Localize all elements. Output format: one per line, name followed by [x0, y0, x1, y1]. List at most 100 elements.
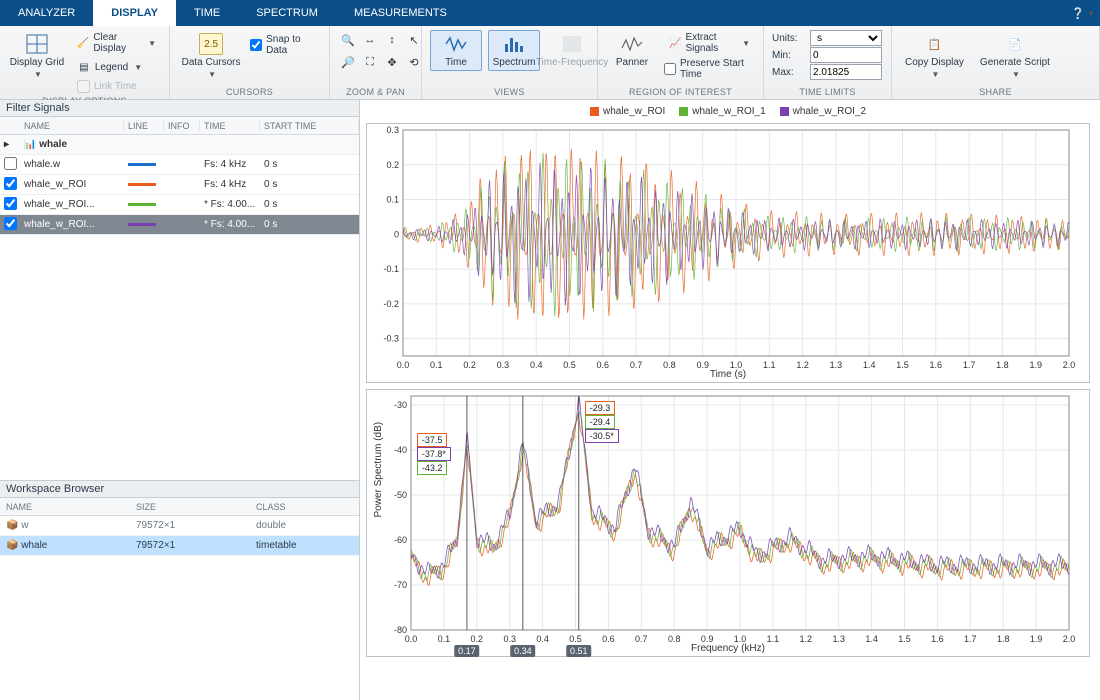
- ribbon: Display Grid ▼ 🧹Clear Display▼ ▤Legend▼ …: [0, 26, 1100, 100]
- help-button[interactable]: ❔▼: [1066, 0, 1100, 26]
- legend-icon: ▤: [77, 60, 91, 74]
- signal-checkbox[interactable]: [4, 177, 17, 190]
- min-input[interactable]: [810, 47, 882, 63]
- signal-swatch: [124, 183, 164, 186]
- col-name: NAME: [20, 121, 124, 131]
- spectrum-view-button[interactable]: Spectrum: [488, 30, 540, 71]
- signal-checkbox[interactable]: [4, 157, 17, 170]
- display-grid-button[interactable]: Display Grid ▼: [8, 30, 66, 82]
- copy-display-button[interactable]: 📋 Copy Display▼: [900, 30, 969, 82]
- signal-table: NAME LINE INFO TIME START TIME ▸📊 whale …: [0, 117, 359, 235]
- tab-display[interactable]: DISPLAY: [93, 0, 176, 26]
- signal-row[interactable]: whale_w_ROI... * Fs: 4.00... 0 s: [0, 195, 359, 215]
- cursor-freq-tag: 0.51: [566, 645, 592, 657]
- signal-swatch: [124, 223, 164, 226]
- signal-swatch: [124, 163, 164, 166]
- workspace-row[interactable]: 📦 w79572×1double: [0, 516, 359, 536]
- tab-spectrum[interactable]: SPECTRUM: [238, 0, 336, 26]
- svg-text:1.9: 1.9: [1030, 634, 1043, 644]
- legend-item: whale_w_ROI_1: [679, 106, 765, 117]
- signal-checkbox[interactable]: [4, 197, 17, 210]
- data-cursors-button[interactable]: 2.5 Data Cursors ▼: [178, 30, 244, 82]
- extract-signals-button[interactable]: 📈Extract Signals▼: [664, 30, 755, 56]
- signal-row[interactable]: whale_w_ROI... * Fs: 4.00... 0 s: [0, 215, 359, 235]
- svg-text:0.7: 0.7: [635, 634, 648, 644]
- display-grid-label: Display Grid: [10, 57, 64, 68]
- svg-text:1.2: 1.2: [800, 634, 813, 644]
- signal-row[interactable]: whale_w_ROI Fs: 4 kHz 0 s: [0, 175, 359, 195]
- clear-display-button[interactable]: 🧹Clear Display▼: [72, 30, 161, 56]
- plot-area: whale_w_ROIwhale_w_ROI_1whale_w_ROI_2 0.…: [360, 100, 1100, 700]
- pointer-icon: ↖: [409, 34, 418, 47]
- link-time-label: Link Time: [94, 81, 137, 92]
- signal-start: 0 s: [260, 159, 359, 170]
- tab-time[interactable]: TIME: [176, 0, 238, 26]
- group-share: SHARE: [900, 86, 1091, 97]
- legend-item: whale_w_ROI_2: [780, 106, 866, 117]
- tab-analyzer[interactable]: ANALYZER: [0, 0, 93, 26]
- zoom-y-button[interactable]: ↕: [382, 30, 402, 50]
- legend-button[interactable]: ▤Legend▼: [72, 58, 161, 76]
- time-chart[interactable]: 0.00.10.20.30.40.50.60.70.80.91.01.11.21…: [366, 123, 1090, 383]
- reset-button[interactable]: ⟲: [404, 52, 424, 72]
- legend-swatch: [590, 107, 599, 116]
- zoom-out-icon: 🔎: [341, 56, 355, 69]
- signal-row[interactable]: whale.w Fs: 4 kHz 0 s: [0, 155, 359, 175]
- svg-text:1.7: 1.7: [964, 634, 977, 644]
- timefreq-view-button[interactable]: Time-Frequency: [546, 30, 598, 71]
- svg-text:0.3: 0.3: [503, 634, 516, 644]
- signal-group-row[interactable]: ▸📊 whale: [0, 135, 359, 155]
- panner-icon: [620, 33, 644, 55]
- pan-button[interactable]: ✥: [382, 52, 402, 72]
- spectrum-chart[interactable]: 0.00.10.20.30.40.50.60.70.80.91.01.11.21…: [366, 389, 1090, 657]
- time-view-button[interactable]: Time: [430, 30, 482, 71]
- script-icon: 📄: [1003, 33, 1027, 55]
- signal-checkbox[interactable]: [4, 217, 17, 230]
- col-line: LINE: [124, 121, 164, 131]
- help-icon: ❔: [1071, 7, 1085, 20]
- signal-name: whale.w: [20, 159, 124, 170]
- svg-text:1.3: 1.3: [830, 360, 843, 370]
- time-view-label: Time: [445, 57, 467, 68]
- max-label: Max:: [772, 67, 806, 78]
- signal-name: whale_w_ROI...: [20, 199, 124, 210]
- signal-time: * Fs: 4.00...: [200, 219, 260, 230]
- ws-col-name: NAME: [0, 502, 130, 512]
- preserve-start-checkbox[interactable]: Preserve Start Time: [664, 58, 755, 80]
- workspace-row[interactable]: 📦 whale79572×1timetable: [0, 536, 359, 556]
- svg-text:1.8: 1.8: [997, 634, 1010, 644]
- zoom-pan-tools: 🔍 ↔ ↕ ↖ 🔎 ⛶ ✥ ⟲: [338, 30, 424, 72]
- fit-button[interactable]: ⛶: [360, 52, 380, 72]
- snap-to-data-checkbox[interactable]: Snap to Data: [250, 34, 321, 56]
- zoom-out-button[interactable]: 🔎: [338, 52, 358, 72]
- panner-button[interactable]: Panner: [606, 30, 658, 71]
- legend-swatch: [679, 107, 688, 116]
- legend-label: Legend: [95, 62, 128, 73]
- svg-text:-0.2: -0.2: [383, 299, 399, 309]
- svg-text:0.5: 0.5: [569, 634, 582, 644]
- signal-time: * Fs: 4.00...: [200, 199, 260, 210]
- peak-label: -29.3: [585, 401, 616, 415]
- zoom-in-icon: 🔍: [341, 34, 355, 47]
- pointer-button[interactable]: ↖: [404, 30, 424, 50]
- units-select[interactable]: s: [810, 30, 882, 46]
- max-input[interactable]: [810, 64, 882, 80]
- timefreq-icon: [560, 33, 584, 55]
- zoom-in-button[interactable]: 🔍: [338, 30, 358, 50]
- generate-script-button[interactable]: 📄 Generate Script▼: [975, 30, 1055, 82]
- extract-label: Extract Signals: [685, 32, 736, 54]
- group-roi: REGION OF INTEREST: [606, 86, 755, 97]
- svg-text:0.9: 0.9: [696, 360, 709, 370]
- svg-text:-0.1: -0.1: [383, 264, 399, 274]
- clear-display-label: Clear Display: [93, 32, 142, 54]
- svg-text:0.2: 0.2: [463, 360, 476, 370]
- copy-icon: 📋: [922, 33, 946, 55]
- peak-label: -29.4: [585, 415, 616, 429]
- zoom-x-button[interactable]: ↔: [360, 30, 380, 50]
- svg-text:0.1: 0.1: [430, 360, 443, 370]
- svg-text:-0.3: -0.3: [383, 334, 399, 344]
- tab-measurements[interactable]: MEASUREMENTS: [336, 0, 465, 26]
- peak-label: -30.5*: [585, 429, 619, 443]
- preserve-label: Preserve Start Time: [680, 58, 755, 80]
- clear-icon: 🧹: [77, 36, 89, 50]
